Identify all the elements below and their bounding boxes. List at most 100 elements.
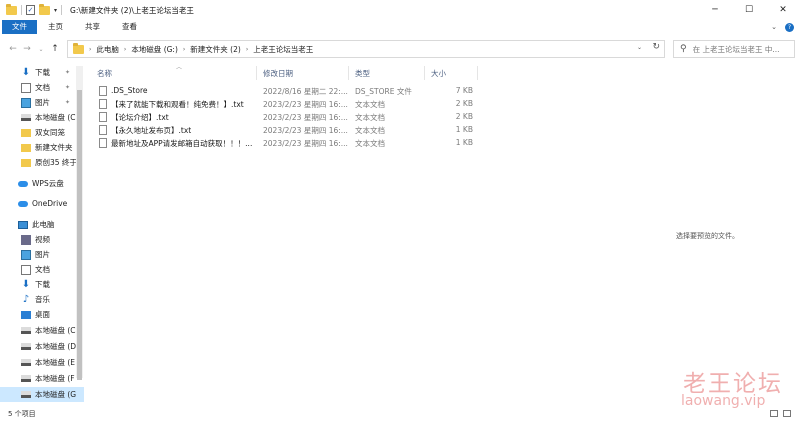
nav-item-desktop[interactable]: 桌面 [0, 307, 84, 322]
nav-item-new-folder[interactable]: 新建文件夹 [0, 140, 84, 155]
nav-item-drive-c-quick[interactable]: 本地磁盘 (C [0, 110, 84, 125]
tab-view[interactable]: 查看 [111, 20, 148, 34]
file-row[interactable]: .DS_Store 2022/8/16 星期二 22:... DS_STORE … [92, 85, 482, 98]
download-icon: ⬇ [21, 66, 31, 78]
file-name: 【论坛介绍】.txt [111, 113, 169, 122]
column-divider[interactable] [348, 66, 349, 80]
sort-up-icon: ︿ [176, 64, 183, 71]
maximize-button[interactable]: ☐ [732, 0, 766, 20]
column-header-name[interactable]: 名称 [97, 68, 112, 79]
file-size: 1 KB [455, 125, 473, 134]
close-button[interactable]: ✕ [766, 0, 800, 20]
nav-item-folder-original-35[interactable]: 原创35 终于 [0, 155, 84, 170]
document-icon [21, 82, 31, 93]
pin-icon[interactable]: ✦ [65, 69, 70, 76]
properties-icon[interactable]: ✓ [26, 5, 35, 15]
chevron-right-icon[interactable]: › [183, 46, 185, 53]
nav-item-drive-f[interactable]: 本地磁盘 (F [0, 371, 84, 386]
minimize-button[interactable]: ─ [698, 0, 732, 20]
chevron-right-icon[interactable]: › [124, 46, 126, 53]
back-arrow-icon[interactable]: ← [6, 44, 20, 54]
quick-access-dropdown-icon[interactable]: ▾ [54, 7, 57, 14]
file-row[interactable]: 【来了就能下载和观看！纯免费！】.txt 2023/2/23 星期四 16:..… [92, 98, 482, 111]
nav-item-label: 原创35 终于 [35, 158, 77, 167]
address-bar[interactable]: › 此电脑 › 本地磁盘 (G:) › 新建文件夹 (2) › 上老王论坛当老王… [67, 40, 665, 58]
pin-icon[interactable]: ✦ [65, 84, 70, 91]
nav-item-drive-d[interactable]: 本地磁盘 (D [0, 339, 84, 354]
nav-item-label: OneDrive [32, 199, 68, 208]
drive-icon [21, 343, 31, 350]
nav-item-downloads[interactable]: ⬇ 下载 ✦ [0, 65, 84, 80]
text-file-icon [99, 99, 107, 109]
large-icons-view-icon[interactable] [783, 410, 791, 417]
column-divider[interactable] [256, 66, 257, 80]
breadcrumb-this-pc[interactable]: 此电脑 [96, 44, 119, 55]
file-size: 2 KB [455, 99, 473, 108]
chevron-right-icon[interactable]: › [89, 46, 91, 53]
drive-icon [21, 375, 31, 382]
nav-item-drive-g[interactable]: 本地磁盘 (G [0, 387, 84, 402]
file-size: 1 KB [455, 138, 473, 147]
file-name: 最新地址及APP请发邮箱自动获取！！！... [111, 139, 253, 148]
nav-scrollbar-thumb[interactable] [77, 90, 82, 380]
expand-ribbon-icon[interactable]: ⌄ [771, 23, 777, 31]
forward-arrow-icon[interactable]: → [20, 44, 34, 54]
nav-item-label: 本地磁盘 (C [35, 113, 76, 122]
recent-locations-icon[interactable]: ⌄ [34, 46, 48, 53]
nav-item-label: 音乐 [35, 295, 50, 304]
file-row[interactable]: 【论坛介绍】.txt 2023/2/23 星期四 16:... 文本文档 2 K… [92, 111, 482, 124]
tab-file[interactable]: 文件 [2, 20, 37, 34]
tab-home[interactable]: 主页 [37, 20, 74, 34]
watermark-url: laowang.vip [681, 393, 766, 409]
nav-item-pictures[interactable]: 图片 ✦ [0, 95, 84, 110]
search-placeholder: 在 上老王论坛当老王 中... [692, 44, 780, 54]
nav-item-label: 本地磁盘 (D [35, 342, 77, 351]
column-header-size[interactable]: 大小 [431, 68, 446, 79]
chevron-right-icon[interactable]: › [246, 46, 248, 53]
title-bar: ✓ ▾ G:\新建文件夹 (2)\上老王论坛当老王 ─ ☐ ✕ [0, 0, 800, 20]
nav-item-documents[interactable]: 文档 ✦ [0, 80, 84, 95]
address-dropdown-icon[interactable]: ⌄ [637, 44, 642, 51]
nav-item-label: 双女同笼 [35, 128, 65, 137]
details-view-icon[interactable] [770, 410, 778, 417]
column-divider[interactable] [424, 66, 425, 80]
nav-item-pictures-pc[interactable]: 图片 [0, 247, 84, 262]
file-type: 文本文档 [355, 126, 385, 135]
nav-item-folder-1[interactable]: 双女同笼 [0, 125, 84, 140]
nav-item-label: WPS云盘 [32, 179, 64, 188]
file-row[interactable]: 最新地址及APP请发邮箱自动获取！！！... 2023/2/23 星期四 16:… [92, 137, 482, 150]
pin-icon[interactable]: ✦ [65, 99, 70, 106]
nav-item-this-pc[interactable]: 此电脑 [0, 217, 84, 232]
nav-item-documents-pc[interactable]: 文档 [0, 262, 84, 277]
divider [21, 5, 22, 15]
nav-item-music[interactable]: ♪ 音乐 [0, 292, 84, 307]
breadcrumb-new-folder-2[interactable]: 新建文件夹 (2) [190, 44, 241, 55]
file-name: 【来了就能下载和观看！纯免费！】.txt [111, 100, 244, 109]
nav-item-drive-e[interactable]: 本地磁盘 (E [0, 355, 84, 370]
breadcrumb-current-folder[interactable]: 上老王论坛当老王 [253, 44, 313, 55]
onedrive-icon [18, 200, 28, 207]
nav-item-onedrive[interactable]: OneDrive [0, 196, 84, 211]
column-divider[interactable] [477, 66, 478, 80]
file-row[interactable]: 【永久地址发布页】.txt 2023/2/23 星期四 16:... 文本文档 … [92, 124, 482, 137]
pc-icon [18, 220, 28, 229]
nav-item-wps-cloud[interactable]: WPS云盘 [0, 176, 84, 191]
up-arrow-icon[interactable]: ↑ [48, 44, 62, 54]
nav-item-videos[interactable]: 视频 [0, 232, 84, 247]
tab-share[interactable]: 共享 [74, 20, 111, 34]
column-header-date[interactable]: 修改日期 [263, 68, 293, 79]
new-folder-icon[interactable] [39, 3, 50, 15]
music-icon: ♪ [22, 293, 30, 305]
nav-item-downloads-pc[interactable]: ⬇ 下载 [0, 277, 84, 292]
column-header-type[interactable]: 类型 [355, 68, 370, 79]
breadcrumb-drive-g[interactable]: 本地磁盘 (G:) [131, 44, 178, 55]
help-icon[interactable]: ? [785, 22, 794, 32]
folder-icon [21, 158, 31, 167]
drive-icon [21, 114, 31, 121]
refresh-icon[interactable]: ↻ [652, 42, 660, 52]
nav-item-label: 本地磁盘 (E [35, 358, 76, 367]
file-type: 文本文档 [355, 139, 385, 148]
nav-item-drive-c[interactable]: 本地磁盘 (C [0, 323, 84, 338]
ribbon-tabs: 文件 主页 共享 查看 ⌄ ? [0, 20, 800, 34]
search-input[interactable]: ⚲ 在 上老王论坛当老王 中... [673, 40, 795, 58]
